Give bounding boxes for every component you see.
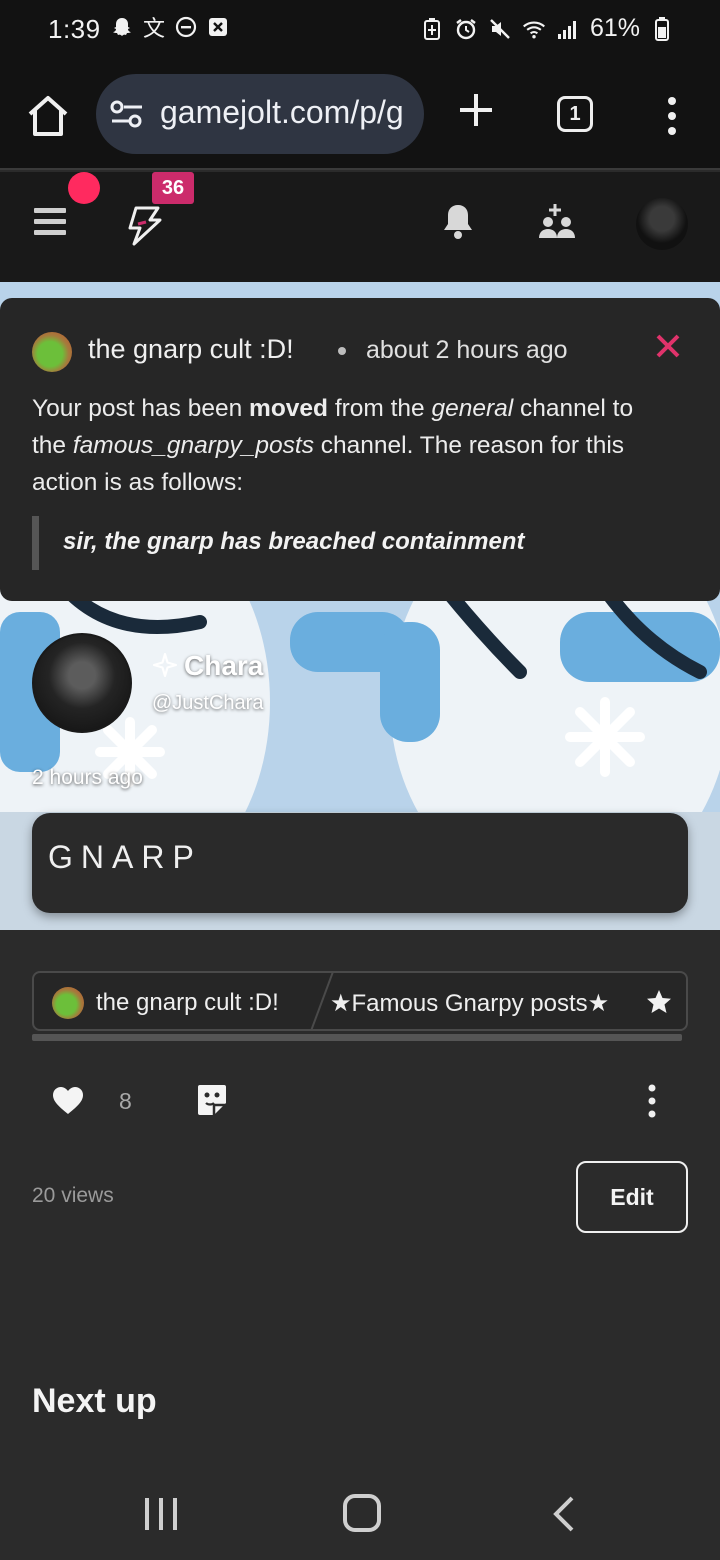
notice-action: moved [249,395,329,422]
status-bar: 1:39 文 61% [0,0,720,60]
horizontal-scrollbar[interactable] [32,1034,682,1041]
mute-icon [488,16,512,42]
battery-percent: 61% [589,14,640,42]
star-icon [647,990,671,1013]
close-icon [656,334,680,358]
separator-dot [338,347,346,355]
to-channel: famous_gnarpy_posts [72,432,314,459]
from-channel: general [431,395,514,422]
browser-menu-button[interactable] [660,96,684,136]
sticker-button[interactable] [196,1083,228,1117]
notice-text: Your post has been [32,395,250,422]
channel-name[interactable]: ★Famous Gnarpy posts★ [330,989,609,1018]
notice-time: about 2 hours ago [366,336,568,364]
author-name[interactable]: Chara [152,650,263,682]
recents-icon [145,1498,177,1530]
bell-icon[interactable] [441,202,475,240]
hamburger-menu-icon[interactable] [34,208,66,236]
dnd-icon [174,14,198,40]
recent-apps-button[interactable] [143,1496,179,1532]
community-avatar[interactable] [32,332,72,372]
notice-body: Your post has been moved from the genera… [32,390,672,501]
plus-icon [460,94,492,126]
status-time: 1:39 [48,14,101,44]
post-content-box: GNARP [32,813,688,913]
close-box-icon [206,14,230,40]
community-channel-pill[interactable]: the gnarp cult :D! ★Famous Gnarpy posts★ [32,971,688,1031]
signal-icon [556,16,580,42]
system-nav-bar [0,1466,720,1560]
back-button[interactable] [550,1496,578,1532]
view-count: 20 views [32,1184,114,1207]
author-avatar[interactable] [32,633,132,733]
user-avatar[interactable] [636,198,688,250]
author-handle[interactable]: @JustChara [152,692,263,715]
community-avatar [52,987,84,1019]
url-bar[interactable]: gamejolt.com/p/g [96,74,424,154]
snapchat-icon [110,14,134,40]
notice-reason: sir, the gnarp has breached containment [32,516,672,570]
tab-switcher-button[interactable]: 1 [557,96,593,132]
kebab-menu-icon [648,1084,656,1118]
close-notice-button[interactable] [654,332,682,360]
like-button[interactable] [52,1086,84,1116]
site-settings-icon[interactable] [110,98,144,130]
translate-icon: 文 [142,16,165,41]
back-chevron-icon [553,1496,574,1532]
gamejolt-logo-icon[interactable] [122,202,168,248]
status-left-icons: 文 [110,14,230,41]
post-more-button[interactable] [644,1084,660,1118]
like-count: 8 [119,1088,132,1114]
site-nav: 36 [0,172,720,282]
browser-toolbar: gamejolt.com/p/g 1 [0,60,720,170]
kebab-menu-icon [668,97,676,135]
home-button[interactable] [24,94,72,138]
sparkle-icon [152,652,178,678]
author-name-text: Chara [184,650,264,681]
post-text: GNARP [48,839,202,875]
url-text[interactable]: gamejolt.com/p/g [160,94,404,131]
edit-button[interactable]: Edit [576,1161,688,1233]
next-up-heading: Next up [32,1382,157,1420]
heart-icon [53,1087,83,1114]
community-name[interactable]: the gnarp cult :D! [96,989,279,1017]
notification-dot [68,172,100,204]
status-right-icons: 61% [420,14,674,43]
battery-icon [650,16,674,42]
friends-icon[interactable] [538,202,578,242]
wifi-icon [522,16,546,42]
alarm-icon [454,16,478,42]
battery-saver-icon [420,16,444,42]
notice-community-name[interactable]: the gnarp cult :D! [88,334,294,365]
post-time: 2 hours ago [32,766,143,789]
new-tab-button[interactable] [456,90,496,130]
home-nav-button[interactable] [343,1494,381,1532]
home-icon [28,96,68,136]
count-badge: 36 [152,172,194,204]
sticker-icon [198,1085,226,1115]
notice-text: from the [328,395,432,422]
